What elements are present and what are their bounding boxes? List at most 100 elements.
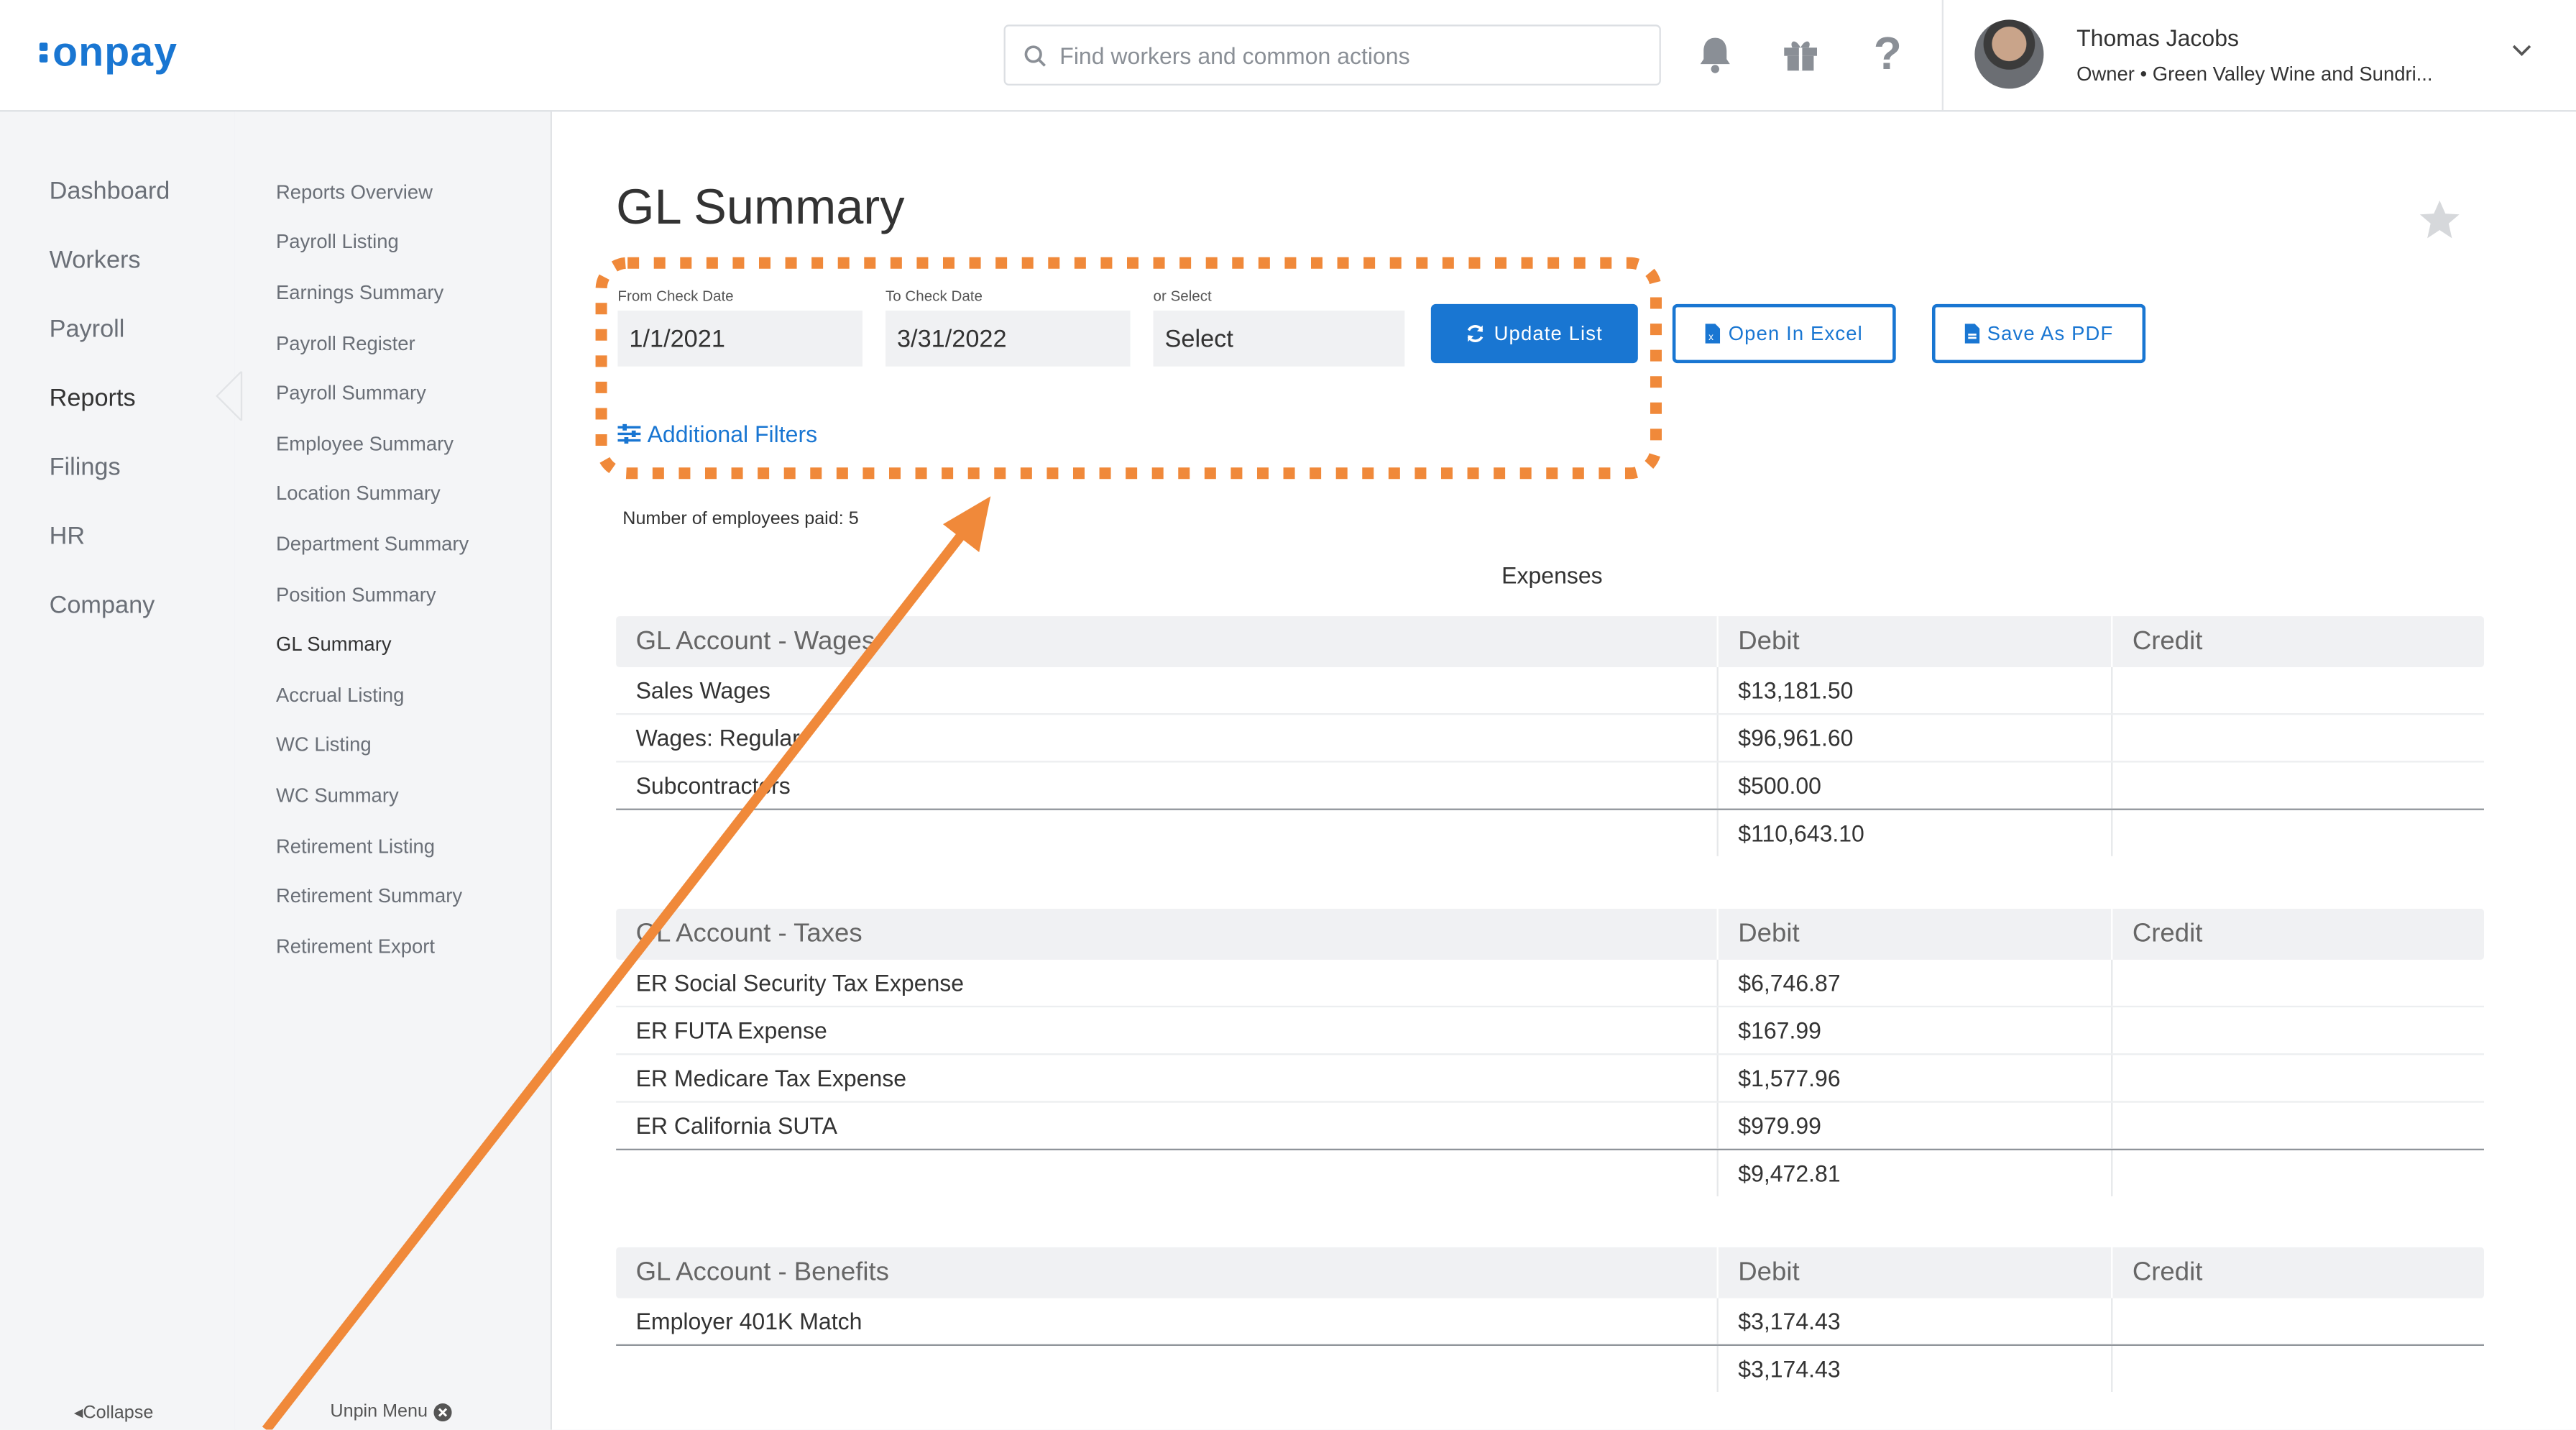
debit-cell: $96,961.60 [1716,715,2112,761]
gl-table-wages: GL Account - Wages Debit Credit Sales Wa… [616,616,2484,856]
total-debit: $3,174.43 [1716,1345,2112,1392]
account-cell: Subcontractors [635,772,791,799]
subnav-item[interactable]: Retirement Listing [276,835,435,858]
total-credit [2111,1150,2484,1196]
select-label: or Select [1153,287,1212,304]
subnav-item[interactable]: Retirement Export [276,935,435,958]
table-header: GL Account - Taxes Debit Credit [616,908,2484,960]
to-date-input[interactable]: 3/31/2022 [885,310,1131,367]
subnav-item[interactable]: Reports Overview [276,180,433,203]
save-as-pdf-button[interactable]: Save As PDF [1931,303,2146,364]
gl-table-benefits: GL Account - Benefits Debit Credit Emplo… [616,1247,2484,1392]
total-row: $3,174.43 [616,1344,2484,1392]
nav-item-workers[interactable]: Workers [50,247,141,275]
table-row: Wages: Regular $96,961.60 [616,715,2484,763]
debit-cell: $1,577.96 [1716,1055,2112,1101]
additional-filters-label: Additional Filters [647,421,818,447]
search-box[interactable] [1003,24,1661,86]
subnav-item-gl-summary[interactable]: GL Summary [276,633,392,656]
table-row: ER Social Security Tax Expense $6,746.87 [616,959,2484,1008]
subnav-item[interactable]: Payroll Summary [276,381,426,404]
account-cell: Wages: Regular [635,724,800,751]
credit-cell [2111,666,2484,713]
to-date-label: To Check Date [885,287,983,304]
subnav-item[interactable]: Retirement Summary [276,884,462,907]
credit-cell [2111,1055,2484,1101]
nav-item-hr[interactable]: HR [50,523,86,551]
column-header-credit: Credit [2111,1247,2484,1298]
table-header: GL Account - Benefits Debit Credit [616,1247,2484,1298]
main-nav: Dashboard Workers Payroll Reports Filing… [0,111,237,1430]
main-content: GL Summary From Check Date 1/1/2021 To C… [551,111,2576,1430]
help-question-icon[interactable]: ? [1867,28,1909,79]
search-icon [1024,45,1046,66]
excel-file-icon: x [1705,324,1721,344]
column-header-credit: Credit [2111,616,2484,667]
account-cell: ER FUTA Expense [635,1017,827,1044]
subnav-item[interactable]: Payroll Listing [276,230,399,253]
open-in-excel-button[interactable]: x Open In Excel [1672,303,1896,364]
column-header-account: GL Account - Benefits [635,1257,889,1286]
collapse-button[interactable]: ◂Collapse [74,1402,153,1423]
subnav-item[interactable]: Employee Summary [276,432,454,455]
subnav-item[interactable]: Accrual Listing [276,684,404,707]
subnav-item[interactable]: WC Summary [276,784,399,807]
subnav-item[interactable]: Payroll Register [276,332,415,355]
subnav-item[interactable]: Earnings Summary [276,281,443,304]
table-row: ER FUTA Expense $167.99 [616,1007,2484,1055]
date-range-select[interactable]: Select [1153,310,1405,367]
subnav-item[interactable]: Position Summary [276,583,436,606]
unpin-menu-button[interactable]: Unpin Menu [330,1402,453,1421]
column-header-debit: Debit [1716,908,2112,960]
credit-cell [2111,1007,2484,1054]
credit-cell [2111,1298,2484,1344]
column-header-account: GL Account - Taxes [635,919,862,948]
subnav-item[interactable]: Department Summary [276,533,469,556]
refresh-icon [1468,325,1484,342]
subnav-item[interactable]: WC Listing [276,733,372,756]
logo-text: onpay [52,28,178,75]
save-as-pdf-label: Save As PDF [1987,321,2114,345]
update-list-button[interactable]: Update List [1430,303,1638,364]
credit-cell [2111,1102,2484,1149]
gift-icon[interactable] [1779,33,1821,75]
table-row: Subcontractors $500.00 [616,762,2484,809]
column-header-credit: Credit [2111,908,2484,960]
reports-subnav: Reports Overview Payroll Listing Earning… [234,111,552,1430]
filter-sliders-icon [617,423,641,444]
table-row: ER California SUTA $979.99 [616,1102,2484,1149]
nav-item-company[interactable]: Company [50,592,155,620]
debit-cell: $167.99 [1716,1007,2112,1054]
search-input[interactable] [1056,40,1622,70]
nav-item-payroll[interactable]: Payroll [50,316,125,344]
nav-item-reports[interactable]: Reports [50,385,136,413]
onpay-logo[interactable]: onpay [39,28,178,75]
top-divider [1941,0,1944,111]
credit-cell [2111,762,2484,809]
additional-filters-link[interactable]: Additional Filters [617,421,817,447]
nav-item-filings[interactable]: Filings [50,454,121,482]
subnav-item[interactable]: Location Summary [276,482,441,505]
total-debit: $110,643.10 [1716,810,2112,856]
credit-cell [2111,959,2484,1006]
user-role: Owner • Green Valley Wine and Sundri... [2076,62,2433,86]
debit-cell: $979.99 [1716,1102,2112,1149]
debit-cell: $3,174.43 [1716,1298,2112,1344]
employees-paid-count: Number of employees paid: 5 [622,509,859,529]
favorite-star-icon[interactable] [2419,199,2461,240]
pdf-file-icon [1964,324,1979,344]
debit-cell: $6,746.87 [1716,959,2112,1006]
total-credit [2111,810,2484,856]
avatar[interactable] [1974,19,2044,89]
table-row: Sales Wages $13,181.50 [616,666,2484,715]
debit-cell: $500.00 [1716,762,2112,809]
from-date-input[interactable]: 1/1/2021 [617,310,862,367]
total-row: $9,472.81 [616,1148,2484,1196]
chevron-down-icon[interactable] [2511,42,2534,59]
notifications-bell-icon[interactable] [1694,33,1736,75]
total-credit [2111,1345,2484,1392]
logo-mark [39,42,48,63]
nav-item-dashboard[interactable]: Dashboard [50,178,170,206]
credit-cell [2111,715,2484,761]
user-name: Thomas Jacobs [2076,24,2240,51]
